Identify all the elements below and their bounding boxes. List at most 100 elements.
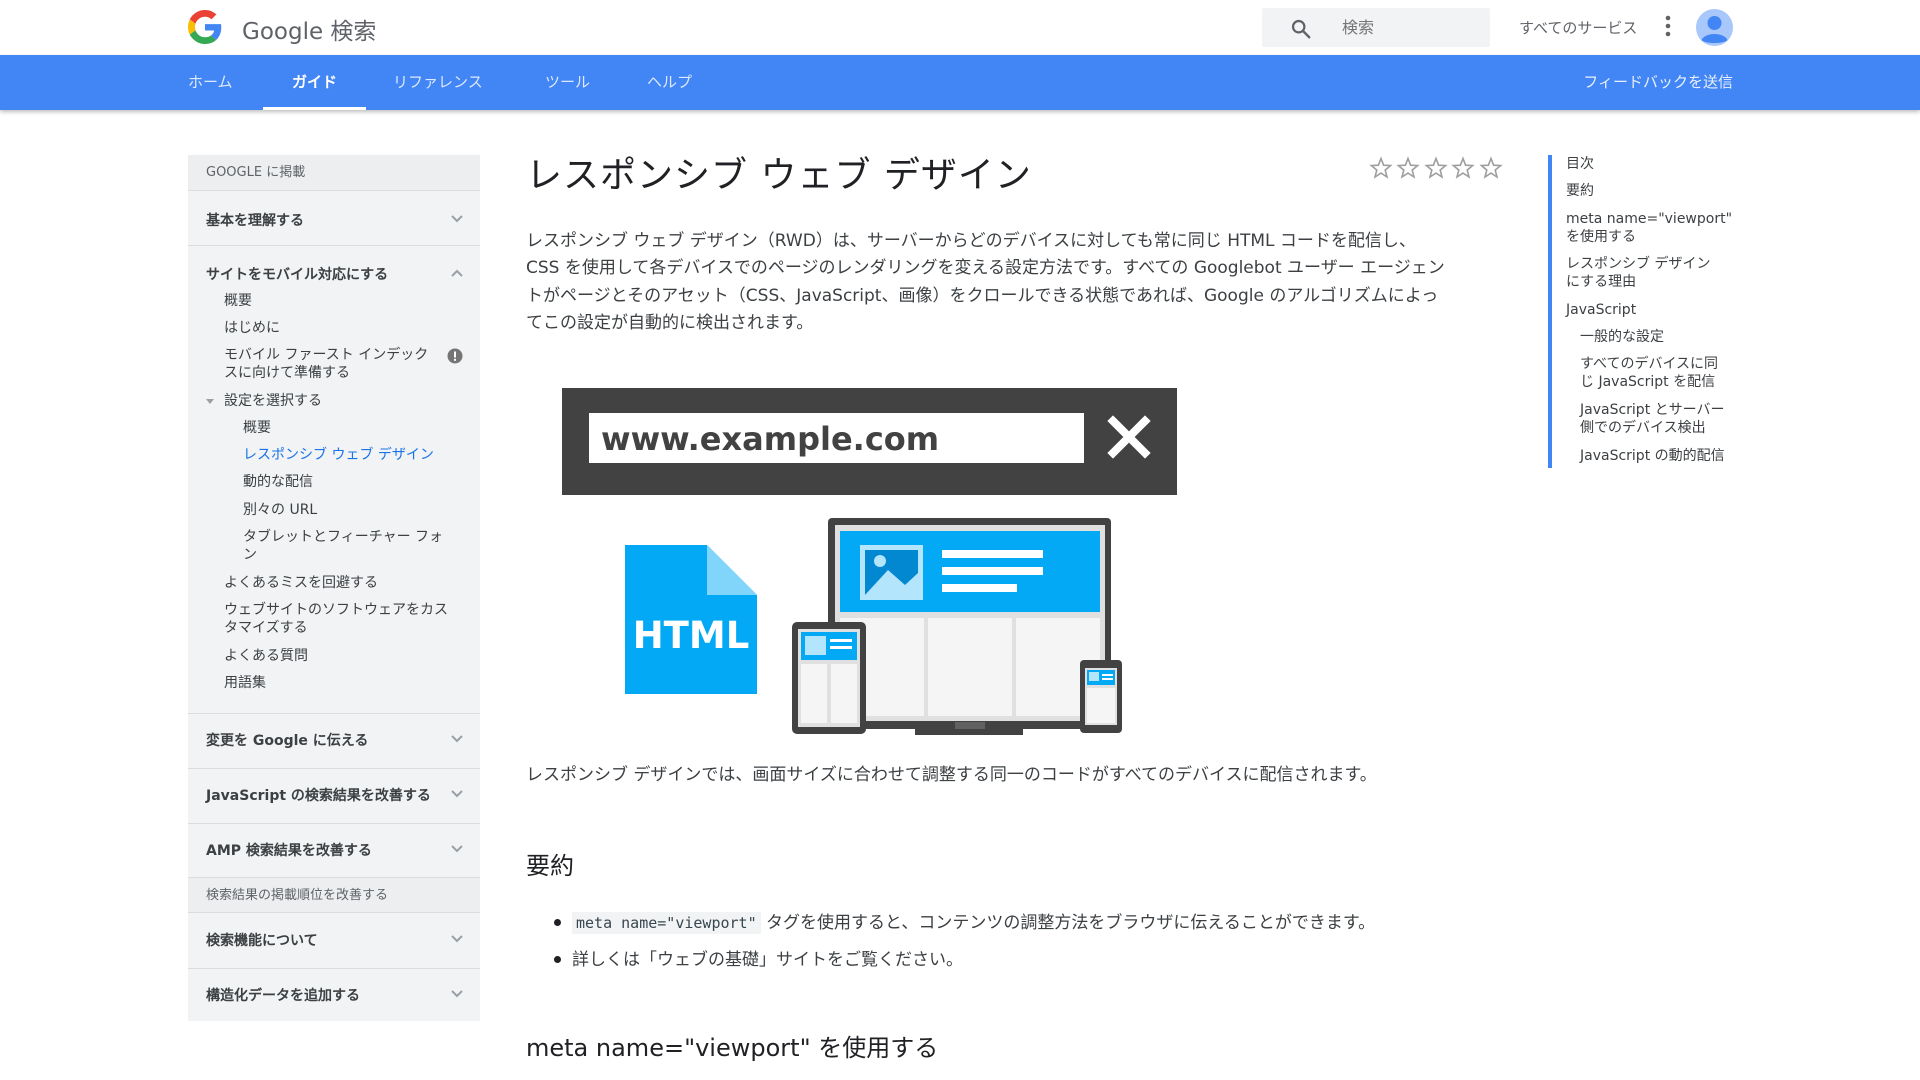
- nav-item-customize-1[interactable]: ウェブサイトのソフトウェアをカス: [224, 601, 448, 619]
- nav-group-structured-data[interactable]: 構造化データを追加する: [188, 985, 480, 1005]
- google-logo-icon[interactable]: [188, 10, 222, 44]
- intro-line-1: レスポンシブ ウェブ デザイン（RWD）は、サーバーからどのデバイスに対しても常…: [526, 231, 1416, 251]
- star-outline-icon[interactable]: [1424, 156, 1448, 180]
- tab-help[interactable]: ヘルプ: [647, 55, 692, 110]
- nav-item-intro[interactable]: はじめに: [224, 319, 280, 337]
- nav-subitem-tablet-2[interactable]: ン: [243, 546, 257, 564]
- illustration-caption: レスポンシブ デザインでは、画面サイズに合わせて調整する同一のコードがすべてのデ…: [526, 765, 1377, 785]
- toc-item-javascript[interactable]: JavaScript: [1566, 301, 1636, 319]
- tablet-icon: [792, 622, 866, 734]
- viewport-heading: meta name="viewport" を使用する: [526, 1034, 939, 1062]
- nav-group-amp[interactable]: AMP 検索結果を改善する: [188, 840, 480, 860]
- star-outline-icon[interactable]: [1479, 156, 1503, 180]
- tab-tools[interactable]: ツール: [545, 55, 590, 110]
- nav-group-label: サイトをモバイル対応にする: [206, 267, 389, 283]
- star-outline-icon[interactable]: [1369, 156, 1393, 180]
- chevron-down-icon[interactable]: [450, 844, 464, 854]
- search-input[interactable]: [1342, 8, 1482, 47]
- nav-divider: [188, 823, 480, 824]
- nav-item-mobile-first-1[interactable]: モバイル ファースト インデック: [224, 346, 428, 364]
- intro-line-3: トがページとそのアセット（CSS、JavaScript、画像）をクロールできる状…: [526, 286, 1439, 306]
- product-title[interactable]: Google 検索: [242, 12, 376, 46]
- toc-item-viewport-1[interactable]: meta name="viewport": [1566, 210, 1732, 228]
- star-outline-icon[interactable]: [1451, 156, 1475, 180]
- nav-subitem-tablet-1[interactable]: タブレットとフィーチャー フォ: [243, 528, 443, 546]
- toc-subitem-same-js-1[interactable]: すべてのデバイスに同: [1580, 355, 1718, 373]
- left-navigation: GOOGLE に掲載 基本を理解する サイトをモバイル対応にする 概要 はじめに…: [188, 155, 480, 1021]
- tab-bar: ホーム ガイド リファレンス ツール ヘルプ フィードバックを送信: [0, 55, 1920, 110]
- summary-heading: 要約: [526, 852, 574, 880]
- page-rating[interactable]: [1369, 156, 1503, 180]
- toc-subitem-server-1[interactable]: JavaScript とサーバー: [1580, 401, 1725, 419]
- top-header: Google 検索 すべてのサービス: [0, 0, 1920, 55]
- nav-group-label: AMP 検索結果を改善する: [206, 843, 372, 859]
- send-feedback-link[interactable]: フィードバックを送信: [1583, 55, 1733, 109]
- nav-item-overview[interactable]: 概要: [224, 292, 252, 310]
- search-box[interactable]: [1262, 8, 1490, 47]
- nav-group-basics[interactable]: 基本を理解する: [188, 210, 480, 230]
- nav-item-customize-2[interactable]: タマイズする: [224, 619, 308, 637]
- table-of-contents: 目次 要約 meta name="viewport" を使用する レスポンシブ …: [1548, 155, 1748, 468]
- nav-group-label: 基本を理解する: [206, 213, 304, 229]
- nav-divider: [188, 245, 480, 246]
- nav-item-avoid-mistakes[interactable]: よくあるミスを回避する: [224, 574, 378, 592]
- all-services-link[interactable]: すべてのサービス: [1519, 17, 1637, 38]
- phone-icon: [1080, 660, 1122, 733]
- html-file-icon: HTML: [625, 545, 757, 694]
- desktop-monitor-icon: [828, 518, 1111, 735]
- toc-title: 目次: [1566, 156, 1594, 172]
- tab-guide[interactable]: ガイド: [263, 55, 366, 110]
- bullet-dot: [554, 956, 561, 963]
- summary-item-2[interactable]: 詳しくは「ウェブの基礎」サイトをご覧ください。: [572, 945, 963, 970]
- responsive-design-illustration: www.example.com HTML: [562, 388, 1177, 735]
- tab-reference[interactable]: リファレンス: [393, 55, 483, 110]
- tab-home[interactable]: ホーム: [188, 55, 233, 110]
- toc-subitem-server-2[interactable]: 側でのデバイス検出: [1580, 419, 1706, 437]
- chevron-down-icon[interactable]: [450, 789, 464, 799]
- nav-group-javascript[interactable]: JavaScript の検索結果を改善する: [188, 785, 480, 805]
- nav-group-label: 変更を Google に伝える: [206, 733, 369, 749]
- html-file-label: HTML: [633, 614, 750, 657]
- toc-subitem-dynamic[interactable]: JavaScript の動的配信: [1580, 447, 1725, 465]
- summary-item-1: meta name="viewport" タグを使用すると、コンテンツの調整方法…: [572, 908, 1376, 934]
- toc-item-summary[interactable]: 要約: [1566, 182, 1594, 200]
- chevron-down-icon[interactable]: [450, 934, 464, 944]
- nav-item-faq[interactable]: よくある質問: [224, 647, 308, 665]
- toc-subitem-general[interactable]: 一般的な設定: [1580, 328, 1664, 346]
- toc-item-viewport-2[interactable]: を使用する: [1566, 228, 1636, 246]
- caret-down-icon[interactable]: [205, 398, 215, 406]
- chevron-down-icon[interactable]: [450, 989, 464, 999]
- chevron-down-icon[interactable]: [450, 214, 464, 224]
- nav-group-mobile[interactable]: サイトをモバイル対応にする: [188, 264, 480, 284]
- nav-subitem-separate-urls[interactable]: 別々の URL: [243, 501, 317, 519]
- star-outline-icon[interactable]: [1396, 156, 1420, 180]
- nav-group-tell-google[interactable]: 変更を Google に伝える: [188, 730, 480, 750]
- nav-group-search-features[interactable]: 検索機能について: [188, 930, 480, 950]
- chevron-down-icon[interactable]: [450, 734, 464, 744]
- bullet-dot: [554, 919, 561, 926]
- toc-subitem-same-js-2[interactable]: じ JavaScript を配信: [1580, 373, 1715, 391]
- toc-item-why-2[interactable]: にする理由: [1566, 273, 1636, 291]
- nav-item-choose-config[interactable]: 設定を選択する: [224, 392, 322, 410]
- nav-subitem-overview[interactable]: 概要: [243, 419, 271, 437]
- url-text: www.example.com: [601, 420, 939, 458]
- nav-item-mobile-first-2[interactable]: スに向けて準備する: [224, 364, 350, 382]
- toc-item-why-1[interactable]: レスポンシブ デザイン: [1566, 255, 1710, 273]
- nav-divider: [188, 968, 480, 969]
- chevron-up-icon[interactable]: [450, 268, 464, 278]
- inline-code: meta name="viewport": [572, 912, 761, 934]
- nav-group-label: 構造化データを追加する: [206, 988, 360, 1004]
- nav-section-header: GOOGLE に掲載: [188, 155, 480, 191]
- nav-group-label: JavaScript の検索結果を改善する: [206, 788, 431, 804]
- nav-subitem-dynamic[interactable]: 動的な配信: [243, 473, 313, 491]
- intro-line-4: てこの設定が自動的に検出されます。: [526, 313, 814, 333]
- page-title: レスポンシブ ウェブ デザイン: [526, 155, 1032, 196]
- search-icon[interactable]: [1290, 18, 1312, 40]
- nav-subitem-rwd-current[interactable]: レスポンシブ ウェブ デザイン: [243, 446, 434, 464]
- avatar-icon[interactable]: [1696, 9, 1733, 46]
- nav-item-glossary[interactable]: 用語集: [224, 674, 266, 692]
- info-icon: [447, 348, 463, 364]
- summary-item-1-text: タグを使用すると、コンテンツの調整方法をブラウザに伝えることができます。: [760, 913, 1376, 933]
- intro-line-2: CSS を使用して各デバイスでのページのレンダリングを変える設定方法です。すべて…: [526, 258, 1445, 278]
- more-vert-icon[interactable]: [1665, 15, 1671, 37]
